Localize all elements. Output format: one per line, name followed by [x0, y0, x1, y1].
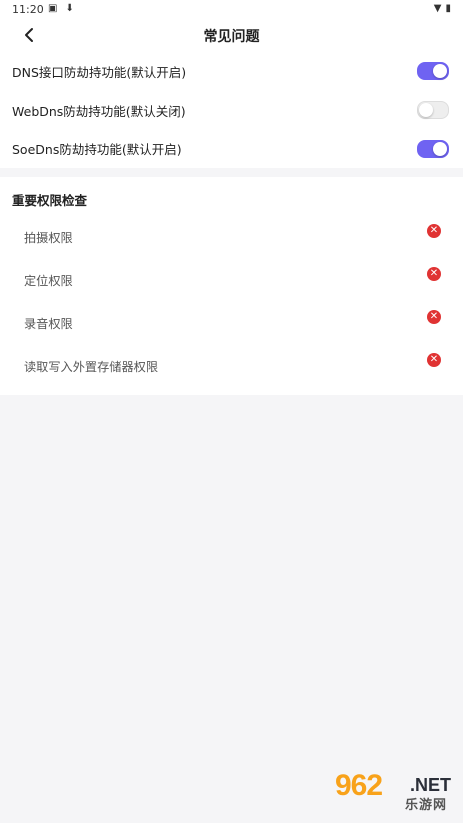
permission-label-audio: 录音权限	[24, 316, 73, 331]
permission-label-camera: 拍摄权限	[24, 230, 73, 245]
status-left-icons: ▣ ⬇	[48, 3, 74, 14]
permission-row-audio[interactable]: 录音权限 ✕	[0, 301, 463, 344]
permission-label-storage: 读取写入外置存储器权限	[24, 359, 159, 374]
watermark-logo: 962 .NET 乐游网	[325, 769, 457, 817]
toggle-label-webdns: WebDns防劫持功能(默认关闭)	[12, 103, 186, 119]
toggle-row-dns: DNS接口防劫持功能(默认开启)	[0, 52, 463, 91]
toggle-switch-dns[interactable]	[417, 62, 449, 81]
toggle-switch-webdns[interactable]	[417, 101, 449, 120]
toggle-label-dns: DNS接口防劫持功能(默认开启)	[12, 64, 187, 80]
toggle-row-webdns: WebDns防劫持功能(默认关闭)	[0, 91, 463, 130]
watermark-suffix: .NET	[409, 775, 451, 795]
page-title: 常见问题	[203, 29, 260, 45]
toggle-label-soedns: SoeDns防劫持功能(默认开启)	[12, 142, 182, 158]
status-time: 11:20	[12, 3, 44, 16]
toggle-knob	[433, 141, 447, 156]
toggle-row-soedns: SoeDns防劫持功能(默认开启)	[0, 129, 463, 168]
header: 常见问题	[0, 20, 463, 52]
permissions-heading: 重要权限检查	[12, 193, 88, 209]
watermark-subtitle: 乐游网	[404, 798, 447, 813]
status-x-icon: ✕	[427, 352, 441, 367]
status-x-icon: ✕	[427, 309, 441, 324]
status-right-icons: ▼ ▮	[434, 3, 451, 14]
wifi-icon: ▼	[433, 3, 442, 14]
toggle-knob	[419, 103, 433, 118]
permission-row-storage[interactable]: 读取写入外置存储器权限 ✕	[0, 344, 463, 387]
status-x-icon: ✕	[427, 266, 441, 281]
toggle-panel: DNS接口防劫持功能(默认开启) WebDns防劫持功能(默认关闭) SoeDn…	[0, 52, 463, 169]
toggle-knob	[433, 64, 447, 79]
permission-row-camera[interactable]: 拍摄权限 ✕	[0, 215, 463, 258]
permission-label-location: 定位权限	[24, 273, 73, 288]
toggle-switch-soedns[interactable]	[417, 139, 449, 158]
download-icon: ⬇	[65, 3, 74, 14]
battery-icon: ▮	[445, 3, 451, 14]
status-x-icon: ✕	[427, 223, 441, 238]
status-bar: 11:20 ▣ ⬇ ▼ ▮	[0, 0, 463, 20]
watermark-brand: 962	[335, 769, 383, 802]
permissions-panel: 重要权限检查 拍摄权限 ✕ 定位权限 ✕ 录音权限 ✕ 读取写入外置存储器权限 …	[0, 177, 463, 396]
notification-icon: ▣	[48, 3, 58, 14]
permission-row-location[interactable]: 定位权限 ✕	[0, 258, 463, 301]
